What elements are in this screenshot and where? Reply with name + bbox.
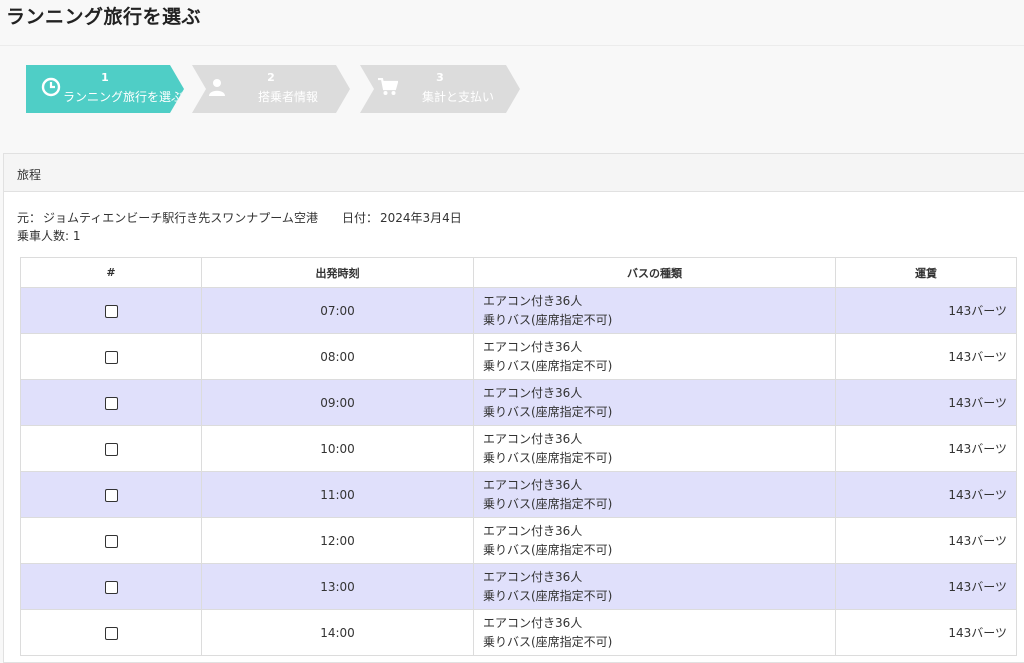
step-summary-payment[interactable]: 3 集計と支払い	[360, 65, 520, 113]
table-row[interactable]: 13:00 エアコン付き36人 乗りバス(座席指定不可) 143バーツ	[20, 563, 1017, 610]
departure-time: 07:00	[201, 287, 474, 334]
table-row[interactable]: 07:00 エアコン付き36人 乗りバス(座席指定不可) 143バーツ	[20, 287, 1017, 334]
select-checkbox[interactable]	[104, 442, 118, 456]
select-checkbox[interactable]	[104, 626, 118, 640]
step-label: ランニング旅行を選ぶ	[63, 90, 184, 104]
departure-time: 09:00	[201, 379, 474, 426]
select-checkbox[interactable]	[104, 580, 118, 594]
step-select-trip[interactable]: 1 ランニング旅行を選ぶ	[26, 65, 184, 113]
step-passenger-info[interactable]: 2 搭乗者情報	[192, 65, 350, 113]
fare: 143バーツ	[835, 425, 1017, 472]
bus-type: エアコン付き36人 乗りバス(座席指定不可)	[473, 333, 836, 380]
bus-type: エアコン付き36人 乗りバス(座席指定不可)	[473, 563, 836, 610]
select-checkbox[interactable]	[104, 396, 118, 410]
departure-time: 14:00	[201, 609, 474, 656]
fare: 143バーツ	[835, 563, 1017, 610]
panel-heading: 旅程	[4, 154, 1024, 192]
bus-type: エアコン付き36人 乗りバス(座席指定不可)	[473, 379, 836, 426]
page-header: ランニング旅行を選ぶ	[0, 0, 1024, 46]
select-checkbox[interactable]	[104, 350, 118, 364]
bus-type: エアコン付き36人 乗りバス(座席指定不可)	[473, 287, 836, 334]
select-checkbox[interactable]	[104, 304, 118, 318]
fare: 143バーツ	[835, 471, 1017, 518]
from-value: ジョムティエンビーチ駅行き先スワンナプーム空港	[43, 211, 318, 225]
fare: 143バーツ	[835, 333, 1017, 380]
header-departure-time: 出発時刻	[201, 257, 474, 288]
departure-table: # 出発時刻 バスの種類 運賃 07:00 エアコン付き36人 乗りバス(座席指定…	[20, 257, 1017, 656]
passengers-label: 乗車人数:	[17, 229, 70, 243]
table-row[interactable]: 09:00 エアコン付き36人 乗りバス(座席指定不可) 143バーツ	[20, 379, 1017, 426]
departure-time: 08:00	[201, 333, 474, 380]
fare: 143バーツ	[835, 379, 1017, 426]
user-icon	[208, 78, 226, 100]
date-label: 日付：	[341, 211, 378, 225]
departure-time: 13:00	[201, 563, 474, 610]
itinerary-panel: 旅程 元： ジョムティエンビーチ駅行き先スワンナプーム空港 日付： 2024年3月4日…	[3, 153, 1024, 663]
step-label: 集計と支払い	[422, 90, 495, 104]
header-bus-type: バスの種類	[473, 257, 836, 288]
fare: 143バーツ	[835, 517, 1017, 564]
date-value: 2024年3月4日	[379, 211, 462, 225]
table-row[interactable]: 12:00 エアコン付き36人 乗りバス(座席指定不可) 143バーツ	[20, 517, 1017, 564]
bus-type: エアコン付き36人 乗りバス(座席指定不可)	[473, 609, 836, 656]
departure-time: 11:00	[201, 471, 474, 518]
bus-type: エアコン付き36人 乗りバス(座席指定不可)	[473, 425, 836, 472]
step-label: 搭乗者情報	[258, 90, 319, 104]
table-row[interactable]: 14:00 エアコン付き36人 乗りバス(座席指定不可) 143バーツ	[20, 609, 1017, 656]
fare: 143バーツ	[835, 287, 1017, 334]
fare: 143バーツ	[835, 609, 1017, 656]
departure-time: 12:00	[201, 517, 474, 564]
select-checkbox[interactable]	[104, 488, 118, 502]
bus-type: エアコン付き36人 乗りバス(座席指定不可)	[473, 517, 836, 564]
header-select: #	[20, 257, 202, 288]
bus-type: エアコン付き36人 乗りバス(座席指定不可)	[473, 471, 836, 518]
from-label: 元：	[17, 211, 42, 225]
progress-steps: 1 ランニング旅行を選ぶ 2 搭乗者情報 3 集計と支払い	[26, 65, 546, 113]
trip-info: 元： ジョムティエンビーチ駅行き先スワンナプーム空港 日付： 2024年3月4日 乗車…	[17, 209, 464, 245]
table-header-row: # 出発時刻 バスの種類 運賃	[20, 257, 1017, 288]
header-fare: 運賃	[835, 257, 1017, 288]
cart-icon	[378, 78, 398, 100]
table-row[interactable]: 11:00 エアコン付き36人 乗りバス(座席指定不可) 143バーツ	[20, 471, 1017, 518]
departure-time: 10:00	[201, 425, 474, 472]
table-row[interactable]: 10:00 エアコン付き36人 乗りバス(座席指定不可) 143バーツ	[20, 425, 1017, 472]
table-row[interactable]: 08:00 エアコン付き36人 乗りバス(座席指定不可) 143バーツ	[20, 333, 1017, 380]
clock-icon	[41, 77, 61, 101]
select-checkbox[interactable]	[104, 534, 118, 548]
page-title: ランニング旅行を選ぶ	[6, 6, 202, 28]
passengers-value: 1	[72, 229, 81, 243]
